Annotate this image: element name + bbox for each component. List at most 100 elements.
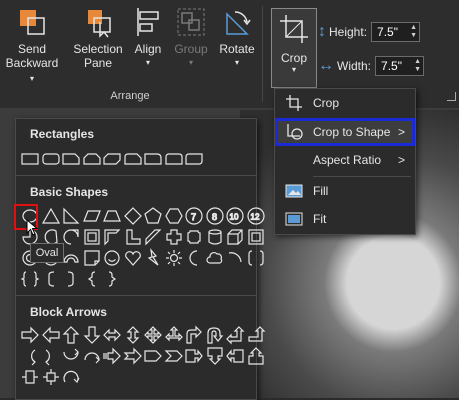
selection-pane-button[interactable]: Selection Pane <box>68 6 128 70</box>
basic-shapes-row-1: 7 8 10 12 <box>20 206 266 226</box>
chevron-down-icon: ▾ <box>188 58 193 67</box>
curved-left-arrow-shape[interactable] <box>41 346 61 366</box>
plaque-shape[interactable] <box>184 227 204 247</box>
group-button[interactable]: Group ▾ <box>172 6 210 70</box>
align-button[interactable]: Align ▾ <box>130 6 166 70</box>
u-turn-arrow-shape[interactable] <box>205 325 225 345</box>
round-same-side-rectangle-shape[interactable] <box>164 149 184 169</box>
snip-diagonal-rectangle-shape[interactable] <box>102 149 122 169</box>
cube-shape[interactable] <box>225 227 245 247</box>
hexagon-shape[interactable] <box>164 206 184 226</box>
arc-shape[interactable] <box>225 248 245 268</box>
height-value: 7.5" <box>377 25 398 39</box>
trapezoid-shape[interactable] <box>102 206 122 226</box>
rounded-rectangle-shape[interactable] <box>41 149 61 169</box>
left-arrow-callout-shape[interactable] <box>225 346 245 366</box>
heart-shape[interactable] <box>123 248 143 268</box>
diamond-shape[interactable] <box>123 206 143 226</box>
crop-icon <box>280 15 308 43</box>
left-right-arrow-callout-shape[interactable] <box>20 367 40 387</box>
heptagon-shape[interactable]: 7 <box>184 206 204 226</box>
diagonal-stripe-shape[interactable] <box>143 227 163 247</box>
notched-right-arrow-shape[interactable] <box>123 346 143 366</box>
send-backward-button[interactable]: Send Backward ▾ <box>4 6 60 86</box>
bent-arrow-shape[interactable] <box>184 325 204 345</box>
left-bracket-shape[interactable] <box>41 269 61 289</box>
curved-up-arrow-shape[interactable] <box>61 346 81 366</box>
snip-round-rectangle-shape[interactable] <box>123 149 143 169</box>
down-arrow-shape[interactable] <box>82 325 102 345</box>
circular-arrow-shape[interactable] <box>61 367 81 387</box>
folded-corner-shape[interactable] <box>82 248 102 268</box>
frame-shape[interactable] <box>82 227 102 247</box>
right-bracket-shape[interactable] <box>61 269 81 289</box>
left-right-arrow-shape[interactable] <box>102 325 122 345</box>
width-input[interactable]: 7.5" ▲ ▼ <box>375 56 425 76</box>
half-frame-shape[interactable] <box>102 227 122 247</box>
fill-menu-item[interactable]: Fill <box>275 177 415 205</box>
triangle-shape[interactable] <box>41 206 61 226</box>
striped-right-arrow-shape[interactable] <box>102 346 122 366</box>
double-brace-shape[interactable] <box>20 269 40 289</box>
l-shape[interactable] <box>123 227 143 247</box>
pentagon-shape[interactable] <box>143 206 163 226</box>
size-dialog-launcher[interactable] <box>447 92 456 101</box>
height-spinner[interactable]: ▲ ▼ <box>410 24 417 40</box>
crop-to-shape-icon <box>287 124 303 140</box>
aspect-ratio-menu-item[interactable]: Aspect Ratio > <box>275 146 415 174</box>
height-input[interactable]: 7.5" ▲ ▼ <box>371 22 421 42</box>
left-arrow-shape[interactable] <box>41 325 61 345</box>
crop-button[interactable]: Crop ▾ <box>271 8 317 88</box>
down-arrow-callout-shape[interactable] <box>205 346 225 366</box>
right-brace-shape[interactable] <box>102 269 122 289</box>
round-single-corner-rectangle-shape[interactable] <box>143 149 163 169</box>
block-arc-shape[interactable] <box>61 248 81 268</box>
crop-to-shape-menu-item[interactable]: Crop to Shape > <box>275 118 415 146</box>
cloud-shape[interactable] <box>205 248 225 268</box>
snip-corner-rectangle-shape[interactable] <box>61 149 81 169</box>
send-backward-label-2: Backward <box>5 56 59 70</box>
crop-menu-item[interactable]: Crop <box>275 89 415 117</box>
smiley-face-shape[interactable] <box>102 248 122 268</box>
round-diagonal-rectangle-shape[interactable] <box>184 149 204 169</box>
parallelogram-shape[interactable] <box>82 206 102 226</box>
moon-shape[interactable] <box>184 248 204 268</box>
snip-same-side-rectangle-shape[interactable] <box>82 149 102 169</box>
fit-menu-item[interactable]: Fit <box>275 205 415 233</box>
octagon-number: 8 <box>212 212 217 222</box>
up-down-arrow-shape[interactable] <box>123 325 143 345</box>
double-bracket-shape[interactable] <box>246 248 266 268</box>
arrange-group-label: Arrange <box>110 90 150 102</box>
left-brace-shape[interactable] <box>82 269 102 289</box>
block-arrows-row-3 <box>20 367 82 387</box>
pentagon-arrow-shape[interactable] <box>143 346 163 366</box>
quad-arrow-shape[interactable] <box>143 325 163 345</box>
teardrop-shape[interactable] <box>61 227 81 247</box>
lightning-bolt-shape[interactable] <box>143 248 163 268</box>
octagon-shape[interactable]: 8 <box>205 206 225 226</box>
crop-icon <box>286 95 302 111</box>
rectangle-shape[interactable] <box>20 149 40 169</box>
chevron-shape[interactable] <box>164 346 184 366</box>
decagon-shape[interactable]: 10 <box>225 206 245 226</box>
curved-down-arrow-shape[interactable] <box>82 346 102 366</box>
up-arrow-shape[interactable] <box>61 325 81 345</box>
height-row: ↕ Height: 7.5" ▲ ▼ <box>318 22 421 42</box>
can-shape[interactable] <box>205 227 225 247</box>
left-right-up-arrow-shape[interactable] <box>164 325 184 345</box>
rotate-button[interactable]: Rotate ▾ <box>216 6 258 70</box>
bevel-shape[interactable] <box>246 227 266 247</box>
right-arrow-callout-shape[interactable] <box>184 346 204 366</box>
bent-up-arrow-shape[interactable] <box>246 325 266 345</box>
dodecagon-shape[interactable]: 12 <box>246 206 266 226</box>
cross-shape[interactable] <box>164 227 184 247</box>
width-spinner[interactable]: ▲ ▼ <box>414 58 421 74</box>
right-triangle-shape[interactable] <box>61 206 81 226</box>
sun-shape[interactable] <box>164 248 184 268</box>
up-arrow-callout-shape[interactable] <box>246 346 266 366</box>
block-arrows-row-1 <box>20 325 266 345</box>
curved-right-arrow-shape[interactable] <box>20 346 40 366</box>
left-up-arrow-shape[interactable] <box>225 325 245 345</box>
quad-arrow-callout-shape[interactable] <box>41 367 61 387</box>
right-arrow-shape[interactable] <box>20 325 40 345</box>
